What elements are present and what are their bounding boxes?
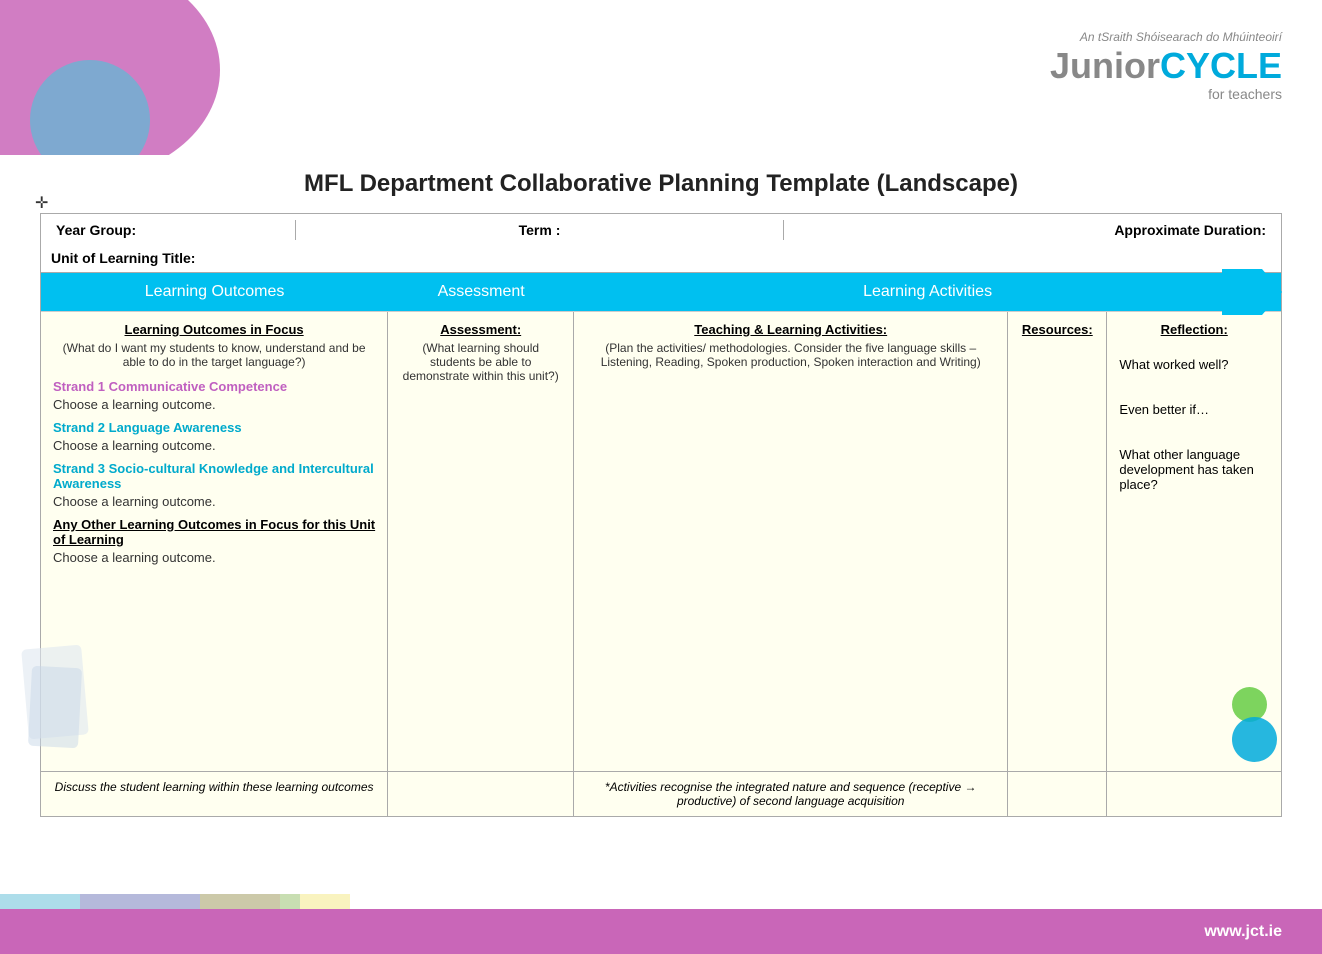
strand1-link[interactable]: Strand 1 Communicative Competence bbox=[53, 379, 375, 394]
bottom-deco-row bbox=[0, 884, 1322, 909]
table-wrapper: ✛ Year Group: Term : Approximate Duratio… bbox=[40, 213, 1282, 817]
other-choose: Choose a learning outcome. bbox=[53, 550, 375, 565]
website-url: www.jct.ie bbox=[1204, 923, 1282, 941]
col-assessment: Assessment: (What learning should studen… bbox=[388, 312, 574, 771]
page-title: MFL Department Collaborative Planning Te… bbox=[40, 170, 1282, 198]
logo-tagline: for teachers bbox=[1050, 86, 1282, 102]
strand2-choose: Choose a learning outcome. bbox=[53, 438, 375, 453]
arrow-decoration bbox=[1222, 273, 1282, 311]
term-label: Term : bbox=[295, 220, 783, 240]
blue-col-assessment: Assessment bbox=[388, 273, 574, 311]
footer-reflection bbox=[1107, 772, 1281, 816]
meta-row-2: Unit of Learning Title: bbox=[41, 246, 1281, 273]
even-better-text: Even better if… bbox=[1119, 402, 1269, 417]
blue-header-row: Learning Outcomes Assessment Learning Ac… bbox=[41, 273, 1281, 311]
strand3-link[interactable]: Strand 3 Socio-cultural Knowledge and In… bbox=[53, 461, 375, 491]
footer-assessment bbox=[388, 772, 574, 816]
add-row-icon[interactable]: ✛ bbox=[35, 193, 48, 213]
bottom-yellow-strip bbox=[200, 894, 350, 909]
blue-circle-decoration bbox=[1232, 717, 1277, 762]
bottom-bar: www.jct.ie bbox=[0, 909, 1322, 954]
logo-subtitle: An tSraith Shóisearach do Mhúinteoirí bbox=[1050, 30, 1282, 44]
logo-main: JuniorCYCLE bbox=[1050, 48, 1282, 84]
what-worked-text: What worked well? bbox=[1119, 357, 1269, 372]
year-group-label: Year Group: bbox=[51, 220, 295, 240]
reflection-column-header: Reflection: bbox=[1119, 322, 1269, 337]
blue-header-inner: Learning Outcomes Assessment Learning Ac… bbox=[41, 273, 1281, 311]
page-title-area: MFL Department Collaborative Planning Te… bbox=[0, 155, 1322, 208]
logo-cycle: CYCLE bbox=[1160, 45, 1282, 86]
resources-column-header: Resources: bbox=[1020, 322, 1094, 337]
col-resources: Resources: bbox=[1008, 312, 1107, 771]
footer-row: Discuss the student learning within thes… bbox=[41, 771, 1281, 816]
activities-column-subtext: (Plan the activities/ methodologies. Con… bbox=[586, 341, 995, 369]
unit-label: Unit of Learning Title: bbox=[51, 250, 195, 266]
other-outcomes-label: Any Other Learning Outcomes in Focus for… bbox=[53, 517, 375, 547]
footer-resources bbox=[1008, 772, 1107, 816]
data-table: Learning Outcomes in Focus (What do I wa… bbox=[41, 311, 1281, 771]
main-content: ✛ Year Group: Term : Approximate Duratio… bbox=[0, 208, 1322, 884]
side-paper-decoration-2 bbox=[28, 666, 82, 749]
logo-area: An tSraith Shóisearach do Mhúinteoirí Ju… bbox=[1050, 30, 1282, 102]
strand3-choose: Choose a learning outcome. bbox=[53, 494, 375, 509]
other-language-text: What other language development has take… bbox=[1119, 447, 1269, 492]
assessment-column-subtext: (What learning should students be able t… bbox=[400, 341, 561, 383]
lo-column-subtext: (What do I want my students to know, und… bbox=[53, 341, 375, 369]
blue-col-learning-activities: Learning Activities bbox=[574, 273, 1281, 311]
assessment-column-header: Assessment: bbox=[400, 322, 561, 337]
blue-col-learning-outcomes: Learning Outcomes bbox=[41, 273, 388, 311]
top-bar: An tSraith Shóisearach do Mhúinteoirí Ju… bbox=[0, 0, 1322, 155]
strand1-choose: Choose a learning outcome. bbox=[53, 397, 375, 412]
approx-duration-label: Approximate Duration: bbox=[783, 220, 1271, 240]
planning-table: Year Group: Term : Approximate Duration:… bbox=[40, 213, 1282, 817]
lo-column-header: Learning Outcomes in Focus bbox=[53, 322, 375, 337]
meta-row-1: Year Group: Term : Approximate Duration: bbox=[41, 214, 1281, 246]
footer-lo: Discuss the student learning within thes… bbox=[41, 772, 388, 816]
col-activities: Teaching & Learning Activities: (Plan th… bbox=[574, 312, 1008, 771]
col-learning-outcomes: Learning Outcomes in Focus (What do I wa… bbox=[41, 312, 388, 771]
strand2-link[interactable]: Strand 2 Language Awareness bbox=[53, 420, 375, 435]
page-wrapper: An tSraith Shóisearach do Mhúinteoirí Ju… bbox=[0, 0, 1322, 954]
activities-column-header: Teaching & Learning Activities: bbox=[586, 322, 995, 337]
logo-junior: Junior bbox=[1050, 45, 1160, 86]
footer-activities: *Activities recognise the integrated nat… bbox=[574, 772, 1008, 816]
